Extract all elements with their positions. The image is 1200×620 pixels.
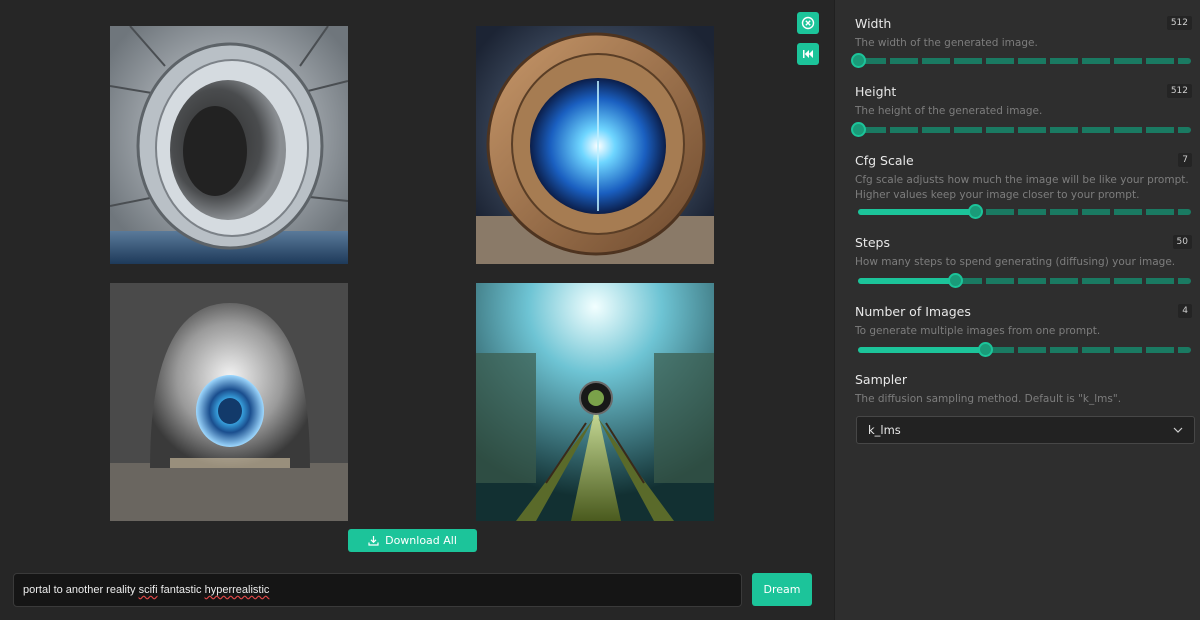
stone-portal-image	[110, 26, 348, 264]
close-circle-icon	[801, 16, 815, 30]
generated-image-3[interactable]	[110, 283, 348, 521]
number-of-images-slider[interactable]	[858, 342, 1191, 357]
skip-back-button[interactable]	[797, 43, 819, 65]
height-slider-handle[interactable]	[851, 122, 866, 137]
prompt-misspelled-word-2: hyperrealistic	[204, 584, 270, 596]
setting-steps: Steps 50 How many steps to spend generat…	[855, 235, 1192, 288]
dream-button[interactable]: Dream	[752, 573, 812, 606]
cfg-scale-slider-fill	[858, 209, 975, 215]
setting-sampler-description: The diffusion sampling method. Default i…	[855, 393, 1122, 405]
setting-height-value: 512	[1166, 84, 1192, 98]
setting-sampler-label: Sampler	[855, 372, 908, 387]
setting-number-of-images-label: Number of Images	[855, 304, 971, 319]
height-slider[interactable]	[851, 122, 1191, 137]
cfg-scale-slider[interactable]	[858, 204, 1191, 219]
width-slider[interactable]	[851, 53, 1191, 68]
setting-steps-value: 50	[1172, 235, 1192, 249]
prompt-misspelled-word-1: scifi	[138, 584, 158, 596]
prompt-input[interactable]: portal to another reality scifi fantasti…	[13, 573, 742, 607]
glowing-portal-image	[476, 26, 714, 264]
setting-height-label: Height	[855, 84, 897, 99]
number-of-images-slider-handle[interactable]	[977, 342, 993, 357]
gallery-area: Download All portal to another reality s…	[0, 0, 834, 620]
setting-cfg-scale-label: Cfg Scale	[855, 153, 914, 168]
setting-height-description: The height of the generated image.	[855, 105, 1043, 117]
cfg-scale-slider-handle[interactable]	[967, 204, 983, 219]
prompt-text-2: fantastic	[157, 584, 205, 596]
number-of-images-slider-fill	[858, 347, 985, 353]
setting-cfg-scale: Cfg Scale 7 Cfg scale adjusts how much t…	[855, 153, 1192, 219]
chevron-down-icon	[1173, 427, 1183, 433]
prompt-text-1: portal to another reality	[23, 584, 139, 596]
sampler-select[interactable]: k_lms	[856, 416, 1195, 444]
setting-height: Height 512 The height of the generated i…	[851, 84, 1192, 137]
steps-slider[interactable]	[858, 273, 1191, 288]
generated-image-1[interactable]	[110, 26, 348, 264]
steps-slider-fill	[858, 278, 955, 284]
setting-cfg-scale-description: Cfg scale adjusts how much the image wil…	[855, 174, 1189, 201]
skip-back-icon	[803, 50, 813, 58]
setting-steps-description: How many steps to spend generating (diff…	[855, 256, 1176, 268]
download-all-label: Download All	[385, 534, 457, 547]
steps-slider-handle[interactable]	[947, 273, 963, 288]
generated-image-2[interactable]	[476, 26, 714, 264]
generated-image-4[interactable]	[476, 283, 714, 521]
download-icon	[368, 536, 379, 546]
setting-number-of-images: Number of Images 4 To generate multiple …	[855, 304, 1192, 357]
download-all-button[interactable]: Download All	[348, 529, 477, 552]
height-slider-track	[858, 127, 1191, 133]
setting-width-label: Width	[855, 16, 892, 31]
setting-width-value: 512	[1166, 16, 1192, 30]
setting-steps-label: Steps	[855, 235, 890, 250]
sampler-selected-value: k_lms	[868, 423, 901, 437]
setting-number-of-images-description: To generate multiple images from one pro…	[855, 325, 1101, 337]
width-slider-handle[interactable]	[851, 53, 866, 68]
width-slider-track	[858, 58, 1191, 64]
close-button[interactable]	[797, 12, 819, 34]
setting-sampler: Sampler The diffusion sampling method. D…	[855, 372, 1192, 407]
setting-width: Width 512 The width of the generated ima…	[851, 16, 1192, 68]
setting-number-of-images-value: 4	[1178, 304, 1192, 318]
setting-cfg-scale-value: 7	[1178, 153, 1192, 167]
setting-width-description: The width of the generated image.	[855, 37, 1038, 49]
tunnel-portal-image	[110, 283, 348, 521]
forest-portal-image	[476, 283, 714, 521]
